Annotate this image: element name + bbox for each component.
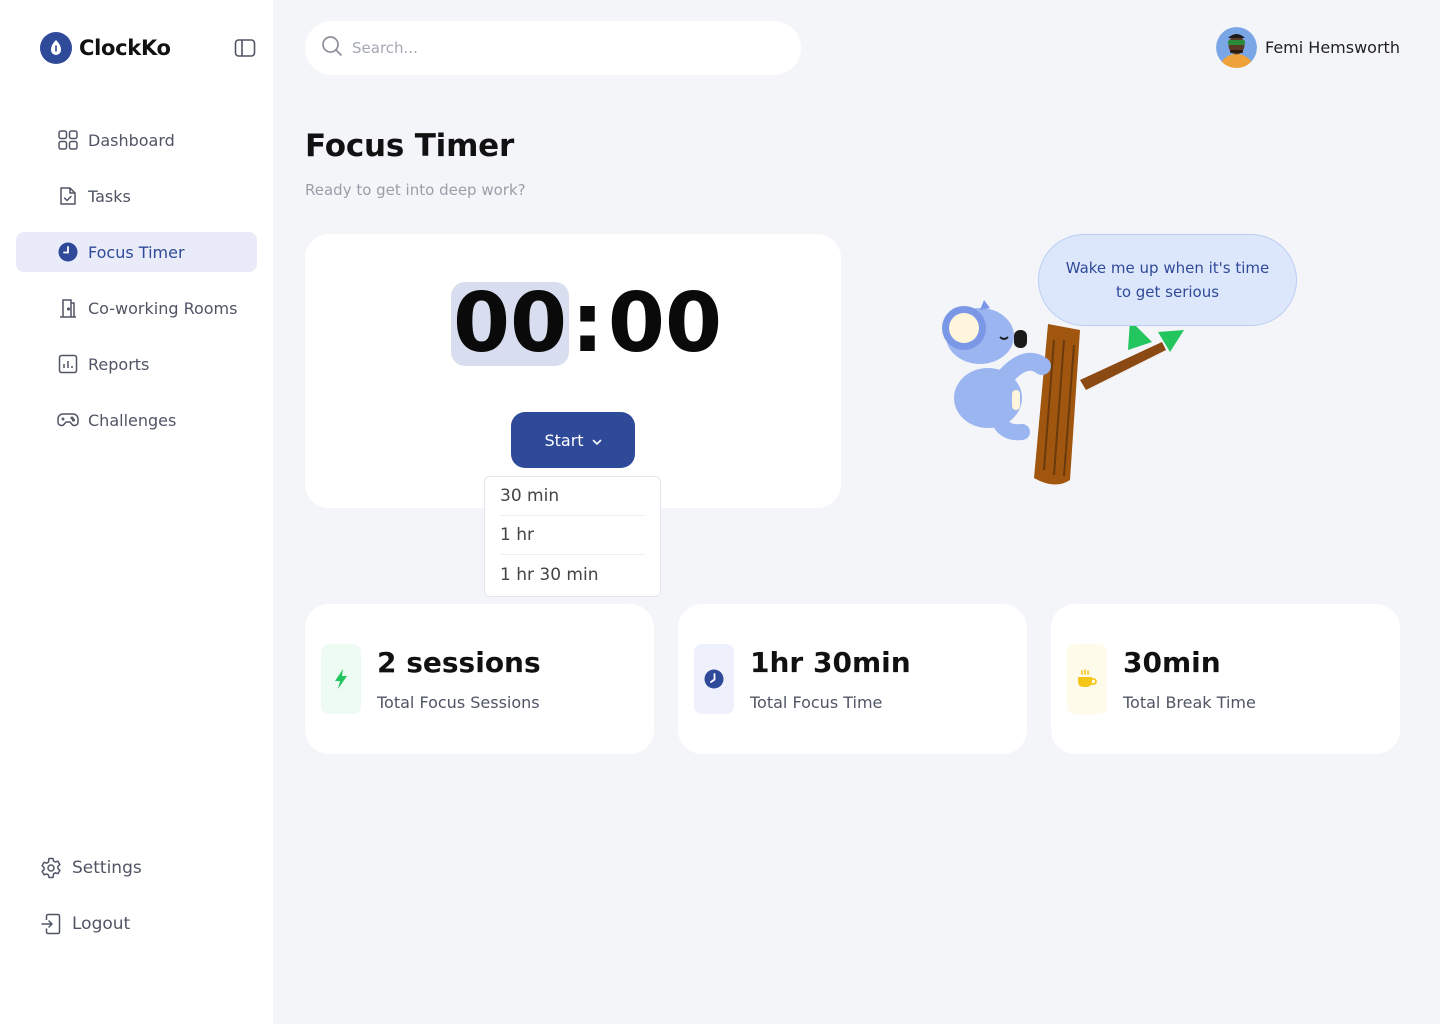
sidebar-item-focus-timer[interactable]: Focus Timer xyxy=(16,232,257,272)
gamepad-icon xyxy=(57,409,79,431)
task-file-icon xyxy=(57,185,79,207)
page-subtitle: Ready to get into deep work? xyxy=(305,181,526,199)
stat-value: 1hr 30min xyxy=(750,646,911,679)
sidebar-bottom: Settings Logout xyxy=(40,848,142,960)
logout-icon xyxy=(40,913,62,935)
stat-value: 30min xyxy=(1123,646,1221,679)
app-logo[interactable]: ClockKo xyxy=(40,32,171,64)
user-profile[interactable]: Femi Hemsworth xyxy=(1216,27,1400,68)
sidebar-item-dashboard[interactable]: Dashboard xyxy=(16,120,257,160)
app-name: ClockKo xyxy=(79,36,171,60)
stat-label: Total Break Time xyxy=(1123,693,1256,712)
stat-label: Total Focus Time xyxy=(750,693,883,712)
logo-icon xyxy=(40,32,72,64)
sidebar-item-tasks[interactable]: Tasks xyxy=(16,176,257,216)
stat-label: Total Focus Sessions xyxy=(377,693,540,712)
sidebar-toggle-icon[interactable] xyxy=(234,38,256,58)
chart-icon xyxy=(57,353,79,375)
stat-card-focus-time: 1hr 30min Total Focus Time xyxy=(678,604,1027,754)
timer-display: 00 : 00 xyxy=(451,282,724,366)
duration-dropdown: 30 min 1 hr 1 hr 30 min xyxy=(484,476,661,597)
chevron-down-icon xyxy=(592,431,602,450)
sidebar: ClockKo Dashboard Tasks Focus Timer Co-w… xyxy=(0,0,273,1024)
stat-card-sessions: 2 sessions Total Focus Sessions xyxy=(305,604,654,754)
timer-minutes[interactable]: 00 xyxy=(451,282,570,366)
mascot-speech-bubble: Wake me up when it's time to get serious xyxy=(1038,234,1297,326)
sidebar-item-reports[interactable]: Reports xyxy=(16,344,257,384)
search-input[interactable] xyxy=(352,39,752,57)
sidebar-item-label: Co-working Rooms xyxy=(88,298,238,318)
sidebar-nav: Dashboard Tasks Focus Timer Co-working R… xyxy=(16,120,257,456)
sidebar-item-label: Reports xyxy=(88,354,150,374)
timer-card: 00 : 00 Start xyxy=(305,234,841,508)
timer-separator: : xyxy=(571,276,604,371)
sidebar-item-label: Dashboard xyxy=(88,130,175,150)
stat-card-break-time: 30min Total Break Time xyxy=(1051,604,1400,754)
start-button[interactable]: Start xyxy=(511,412,635,468)
timer-seconds[interactable]: 00 xyxy=(606,282,724,366)
settings-label: Settings xyxy=(72,858,142,878)
user-name: Femi Hemsworth xyxy=(1265,38,1400,57)
sidebar-item-label: Tasks xyxy=(88,186,131,206)
duration-option[interactable]: 30 min xyxy=(500,477,645,516)
door-icon xyxy=(57,297,79,319)
lightning-icon xyxy=(321,644,361,714)
avatar xyxy=(1216,27,1257,68)
logout-label: Logout xyxy=(72,914,131,934)
coffee-cup-icon xyxy=(1067,644,1107,714)
duration-option[interactable]: 1 hr 30 min xyxy=(500,555,645,594)
grid-icon xyxy=(57,129,79,151)
page-title: Focus Timer xyxy=(305,128,515,164)
duration-option[interactable]: 1 hr xyxy=(500,516,645,555)
sidebar-item-coworking-rooms[interactable]: Co-working Rooms xyxy=(16,288,257,328)
search-bar[interactable] xyxy=(305,21,801,75)
clock-icon xyxy=(694,644,734,714)
clock-icon xyxy=(57,241,79,263)
sidebar-item-challenges[interactable]: Challenges xyxy=(16,400,257,440)
sidebar-item-label: Challenges xyxy=(88,410,177,430)
gear-icon xyxy=(40,857,62,879)
start-button-label: Start xyxy=(544,430,584,450)
sidebar-item-label: Focus Timer xyxy=(88,242,185,262)
logout-link[interactable]: Logout xyxy=(40,904,142,944)
settings-link[interactable]: Settings xyxy=(40,848,142,888)
stat-value: 2 sessions xyxy=(377,646,541,679)
search-icon xyxy=(321,35,343,61)
